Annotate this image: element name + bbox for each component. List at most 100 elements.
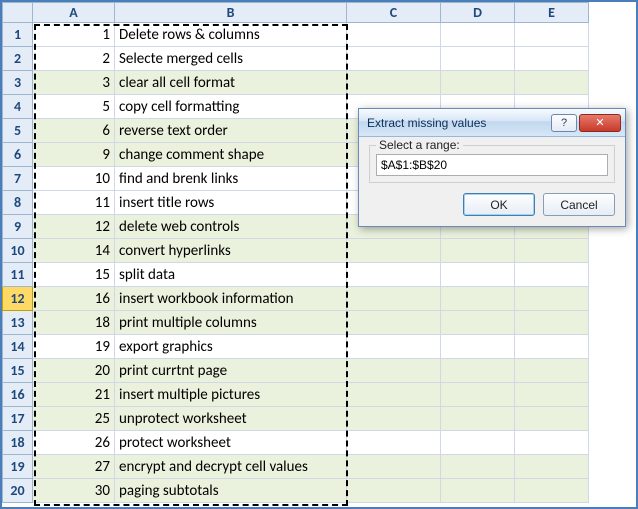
cell[interactable]: Selecte merged cells	[115, 47, 347, 71]
row-header[interactable]: 11	[3, 263, 33, 287]
cell[interactable]: split data	[115, 263, 347, 287]
cell[interactable]	[347, 479, 441, 503]
row-header[interactable]: 15	[3, 359, 33, 383]
cell[interactable]	[347, 287, 441, 311]
row-header[interactable]: 14	[3, 335, 33, 359]
cell[interactable]	[347, 359, 441, 383]
cell[interactable]	[515, 359, 589, 383]
cell[interactable]: 10	[33, 167, 115, 191]
cell[interactable]: encrypt and decrypt cell values	[115, 455, 347, 479]
row-header[interactable]: 17	[3, 407, 33, 431]
cell[interactable]	[515, 383, 589, 407]
range-input[interactable]	[376, 154, 608, 176]
cell[interactable]: 20	[33, 359, 115, 383]
cell[interactable]	[441, 263, 515, 287]
cell[interactable]: convert hyperlinks	[115, 239, 347, 263]
cell[interactable]	[347, 311, 441, 335]
cell[interactable]: 26	[33, 431, 115, 455]
row-header[interactable]: 1	[3, 23, 33, 47]
row-header[interactable]: 9	[3, 215, 33, 239]
cell[interactable]: unprotect worksheet	[115, 407, 347, 431]
cell[interactable]	[515, 407, 589, 431]
cell[interactable]: 9	[33, 143, 115, 167]
row-header[interactable]: 16	[3, 383, 33, 407]
column-header-c[interactable]: C	[347, 3, 441, 23]
cell[interactable]: print multiple columns	[115, 311, 347, 335]
cell[interactable]: 30	[33, 479, 115, 503]
cell[interactable]	[515, 23, 589, 47]
cell[interactable]: 27	[33, 455, 115, 479]
cell[interactable]: print currtnt page	[115, 359, 347, 383]
cell[interactable]	[515, 263, 589, 287]
cell[interactable]	[441, 359, 515, 383]
row-header[interactable]: 8	[3, 191, 33, 215]
cell[interactable]	[347, 47, 441, 71]
cell[interactable]: 21	[33, 383, 115, 407]
row-header[interactable]: 3	[3, 71, 33, 95]
column-header-e[interactable]: E	[515, 3, 589, 23]
dialog-titlebar[interactable]: Extract missing values ? ✕	[359, 109, 625, 137]
cell[interactable]	[515, 239, 589, 263]
column-header-b[interactable]: B	[115, 3, 347, 23]
ok-button[interactable]: OK	[463, 193, 535, 216]
cell[interactable]	[347, 431, 441, 455]
cell[interactable]	[515, 287, 589, 311]
cell[interactable]: protect worksheet	[115, 431, 347, 455]
cell[interactable]	[441, 287, 515, 311]
cell[interactable]: change comment shape	[115, 143, 347, 167]
cell[interactable]: 11	[33, 191, 115, 215]
cell[interactable]: 6	[33, 119, 115, 143]
row-header[interactable]: 13	[3, 311, 33, 335]
cell[interactable]	[515, 71, 589, 95]
cell[interactable]	[441, 479, 515, 503]
row-header[interactable]: 2	[3, 47, 33, 71]
cell[interactable]: 18	[33, 311, 115, 335]
cell[interactable]: reverse text order	[115, 119, 347, 143]
cell[interactable]: 5	[33, 95, 115, 119]
row-header[interactable]: 4	[3, 95, 33, 119]
spreadsheet-grid[interactable]: ABCDE11Delete rows & columns22Selecte me…	[2, 2, 589, 503]
cell[interactable]: insert workbook information	[115, 287, 347, 311]
row-header[interactable]: 12	[3, 287, 33, 311]
cell[interactable]: 14	[33, 239, 115, 263]
help-button[interactable]: ?	[551, 114, 577, 132]
cell[interactable]	[441, 407, 515, 431]
row-header[interactable]: 7	[3, 167, 33, 191]
cell[interactable]: 2	[33, 47, 115, 71]
cell[interactable]	[515, 455, 589, 479]
cell[interactable]	[347, 263, 441, 287]
cell[interactable]: 25	[33, 407, 115, 431]
cell[interactable]	[347, 71, 441, 95]
row-header[interactable]: 18	[3, 431, 33, 455]
cell[interactable]	[347, 23, 441, 47]
row-header[interactable]: 20	[3, 479, 33, 503]
cell[interactable]	[347, 383, 441, 407]
row-header[interactable]: 6	[3, 143, 33, 167]
cell[interactable]	[347, 407, 441, 431]
cell[interactable]	[441, 383, 515, 407]
cell[interactable]: export graphics	[115, 335, 347, 359]
cell[interactable]	[441, 431, 515, 455]
cell[interactable]	[515, 431, 589, 455]
cell[interactable]: copy cell formatting	[115, 95, 347, 119]
cell[interactable]: 15	[33, 263, 115, 287]
cell[interactable]: delete web controls	[115, 215, 347, 239]
cell[interactable]	[515, 47, 589, 71]
cell[interactable]	[441, 239, 515, 263]
cancel-button[interactable]: Cancel	[543, 193, 615, 216]
close-button[interactable]: ✕	[579, 114, 621, 132]
cell[interactable]	[347, 455, 441, 479]
select-all-corner[interactable]	[3, 3, 33, 23]
cell[interactable]	[441, 455, 515, 479]
row-header[interactable]: 19	[3, 455, 33, 479]
cell[interactable]: insert multiple pictures	[115, 383, 347, 407]
cell[interactable]	[441, 335, 515, 359]
cell[interactable]: 19	[33, 335, 115, 359]
column-header-d[interactable]: D	[441, 3, 515, 23]
cell[interactable]: find and brenk links	[115, 167, 347, 191]
cell[interactable]: 1	[33, 23, 115, 47]
cell[interactable]	[441, 71, 515, 95]
cell[interactable]: Delete rows & columns	[115, 23, 347, 47]
cell[interactable]: paging subtotals	[115, 479, 347, 503]
column-header-a[interactable]: A	[33, 3, 115, 23]
